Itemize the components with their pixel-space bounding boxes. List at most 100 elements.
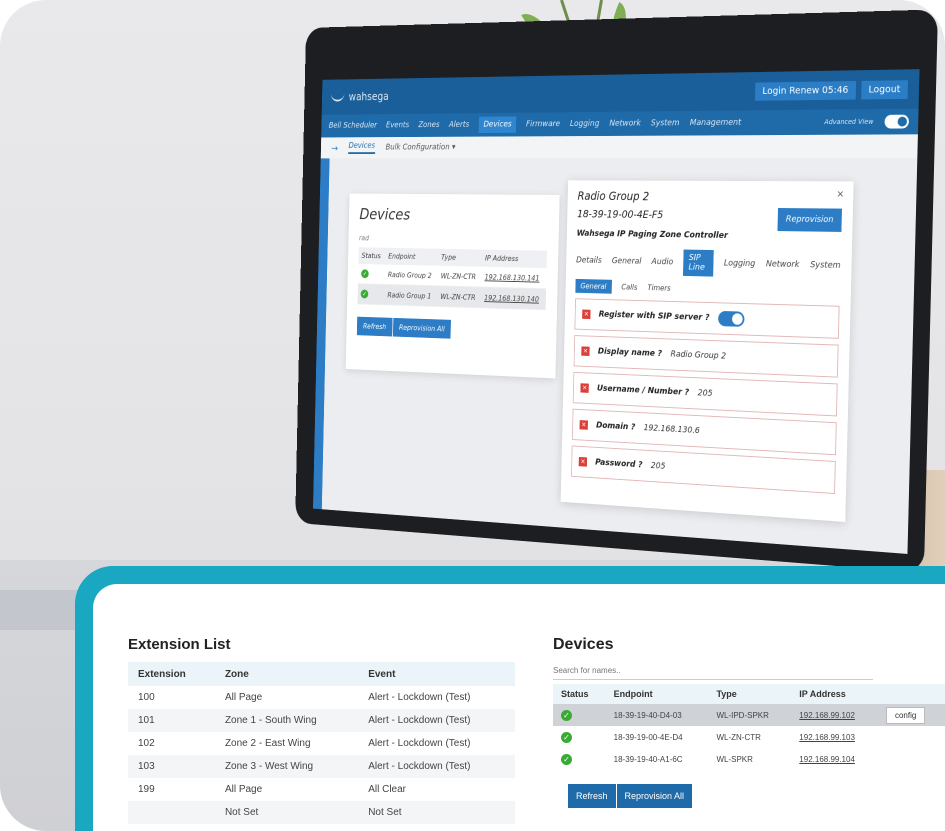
refresh-button[interactable]: Refresh: [356, 316, 393, 337]
domain-label: Domain ?: [595, 420, 636, 433]
extension-cell: 101: [128, 709, 215, 732]
expand-arrow-icon[interactable]: →: [331, 142, 338, 153]
devices-title: Devices: [553, 636, 614, 653]
reprovision-button[interactable]: Reprovision: [777, 208, 842, 232]
nav-bell-scheduler[interactable]: Bell Scheduler: [329, 121, 377, 130]
col-event: Event: [358, 662, 515, 686]
search-input[interactable]: [553, 662, 873, 680]
table-row[interactable]: ✓ 18-39-19-40-A1-6C WL-SPKR 192.168.99.1…: [553, 748, 945, 770]
display-name-input[interactable]: Radio Group 2: [670, 350, 726, 362]
ip-link[interactable]: 192.168.130.140: [480, 287, 547, 310]
refresh-button[interactable]: Refresh: [568, 784, 616, 808]
app-topbar: wahsega Login Renew 05:46 Logout: [321, 69, 920, 115]
extension-cell: 102: [138, 738, 155, 749]
zone-cell: Zone 1 - South Wing: [214, 709, 359, 732]
ip-link[interactable]: 192.168.99.104: [791, 748, 878, 770]
tab-sip-line[interactable]: SIP Line: [683, 249, 714, 277]
devices-filter-value[interactable]: rad: [359, 234, 547, 245]
username-input[interactable]: 205: [698, 389, 713, 399]
display-name-label: Display name ?: [597, 347, 663, 359]
table-row[interactable]: 101 Zone 1 - South Wing Alert - Lockdown…: [128, 709, 515, 732]
zone-cell: Zone 2 - East Wing: [224, 738, 311, 749]
tab-audio[interactable]: Audio: [651, 257, 673, 267]
error-icon: ✕: [581, 346, 590, 356]
error-icon: ✕: [579, 420, 588, 430]
nav-management[interactable]: Management: [690, 118, 742, 128]
ip-link[interactable]: 192.168.99.103: [791, 726, 878, 748]
config-button[interactable]: config: [885, 706, 926, 724]
laptop-bezel: wahsega Login Renew 05:46 Logout Bell Sc…: [295, 9, 939, 573]
domain-input[interactable]: 192.168.130.6: [644, 424, 700, 436]
laptop: wahsega Login Renew 05:46 Logout Bell Sc…: [295, 8, 945, 598]
login-renew-button[interactable]: Login Renew 05:46: [755, 80, 856, 101]
col-ip: IP Address: [481, 249, 547, 269]
table-row[interactable]: ✓ Radio Group 1 WL-ZN-CTR 192.168.130.14…: [357, 283, 547, 310]
col-zone: Zone: [214, 662, 359, 686]
tab-logging[interactable]: Logging: [724, 259, 756, 269]
reprovision-all-button[interactable]: Reprovision All: [392, 317, 452, 339]
nav-system[interactable]: System: [651, 119, 680, 129]
nav-alerts[interactable]: Alerts: [449, 120, 470, 129]
sip-subtabs: General Calls Timers: [575, 278, 840, 300]
ip-link[interactable]: 192.168.99.102: [791, 704, 878, 726]
advanced-view-toggle[interactable]: [884, 114, 910, 129]
subtab-timers[interactable]: Timers: [647, 283, 670, 292]
status-ok-icon: ✓: [360, 289, 369, 299]
subnav-devices[interactable]: Devices: [348, 141, 376, 154]
sub-nav: → Devices Bulk Configuration ▾: [320, 134, 918, 159]
subtab-general[interactable]: General: [575, 278, 612, 294]
devices-mini-table: Status Endpoint Type IP Address ✓ Radio …: [357, 247, 547, 310]
laptop-screen: wahsega Login Renew 05:46 Logout Bell Sc…: [313, 69, 920, 554]
logout-button[interactable]: Logout: [860, 79, 909, 99]
nav-firmware[interactable]: Firmware: [526, 120, 560, 129]
status-ok-icon: ✓: [561, 709, 572, 721]
devices-table: Status Endpoint Type IP Address ✓ 18-39-…: [553, 684, 945, 770]
status-ok-icon: ✓: [561, 753, 572, 765]
tab-details[interactable]: Details: [576, 256, 602, 266]
device-title: Radio Group 2: [577, 189, 650, 204]
tab-system[interactable]: System: [810, 260, 841, 270]
event-cell: Not Set: [358, 801, 515, 824]
endpoint-cell: Radio Group 2: [384, 264, 438, 286]
advanced-view-label: Advanced View: [824, 117, 874, 127]
table-row[interactable]: Not Set Not Set: [128, 801, 515, 824]
table-row[interactable]: 100 All Page Alert - Lockdown (Test): [128, 686, 515, 709]
table-row[interactable]: ✓ 18-39-19-40-D4-03 WL-IPD-SPKR 192.168.…: [553, 704, 945, 726]
endpoint-cell: Radio Group 1: [384, 284, 438, 307]
zone-cell: All Page: [224, 784, 263, 795]
col-endpoint: Endpoint: [605, 684, 709, 704]
close-icon[interactable]: ×: [836, 189, 844, 200]
event-cell: All Clear: [368, 784, 406, 795]
ip-link[interactable]: 192.168.130.141: [481, 266, 547, 289]
status-ok-icon: ✓: [361, 269, 369, 279]
table-row[interactable]: 199 All Page All Clear: [128, 778, 515, 801]
extension-list-title: Extension List: [128, 636, 231, 653]
tab-network[interactable]: Network: [766, 260, 800, 270]
col-ip-address: IP Address: [791, 684, 878, 704]
nav-logging[interactable]: Logging: [570, 119, 600, 128]
username-label: Username / Number ?: [596, 384, 690, 398]
extension-cell: 199: [138, 784, 155, 795]
tab-general[interactable]: General: [612, 257, 642, 267]
table-row[interactable]: ✓ 18-39-19-00-4E-D4 WL-ZN-CTR 192.168.99…: [553, 726, 945, 748]
nav-zones[interactable]: Zones: [418, 121, 439, 130]
error-icon: ✕: [580, 383, 589, 393]
event-cell: Alert - Lockdown (Test): [358, 709, 515, 732]
register-sip-toggle[interactable]: [717, 310, 745, 327]
col-status: Status: [553, 684, 606, 704]
subnav-bulk-configuration[interactable]: Bulk Configuration ▾: [385, 143, 455, 152]
subtab-calls[interactable]: Calls: [621, 283, 637, 292]
register-sip-label: Register with SIP server ?: [598, 310, 710, 323]
nav-devices[interactable]: Devices: [478, 116, 517, 134]
main-nav: Bell Scheduler Events Zones Alerts Devic…: [321, 108, 919, 138]
table-row[interactable]: 103 Zone 3 - West Wing Alert - Lockdown …: [128, 755, 515, 778]
password-input[interactable]: 205: [651, 461, 666, 471]
reprovision-all-button[interactable]: Reprovision All: [616, 784, 693, 808]
table-row[interactable]: 102 Zone 2 - East Wing Alert - Lockdown …: [128, 732, 515, 755]
col-type: Type: [708, 684, 792, 704]
card-content: Extension List Extension Zone Event 100 …: [93, 584, 945, 831]
endpoint-cell: 18-39-19-00-4E-D4: [613, 732, 683, 742]
devices-actions: Refresh Reprovision All: [568, 784, 693, 808]
nav-network[interactable]: Network: [609, 119, 641, 129]
nav-events[interactable]: Events: [386, 121, 409, 130]
